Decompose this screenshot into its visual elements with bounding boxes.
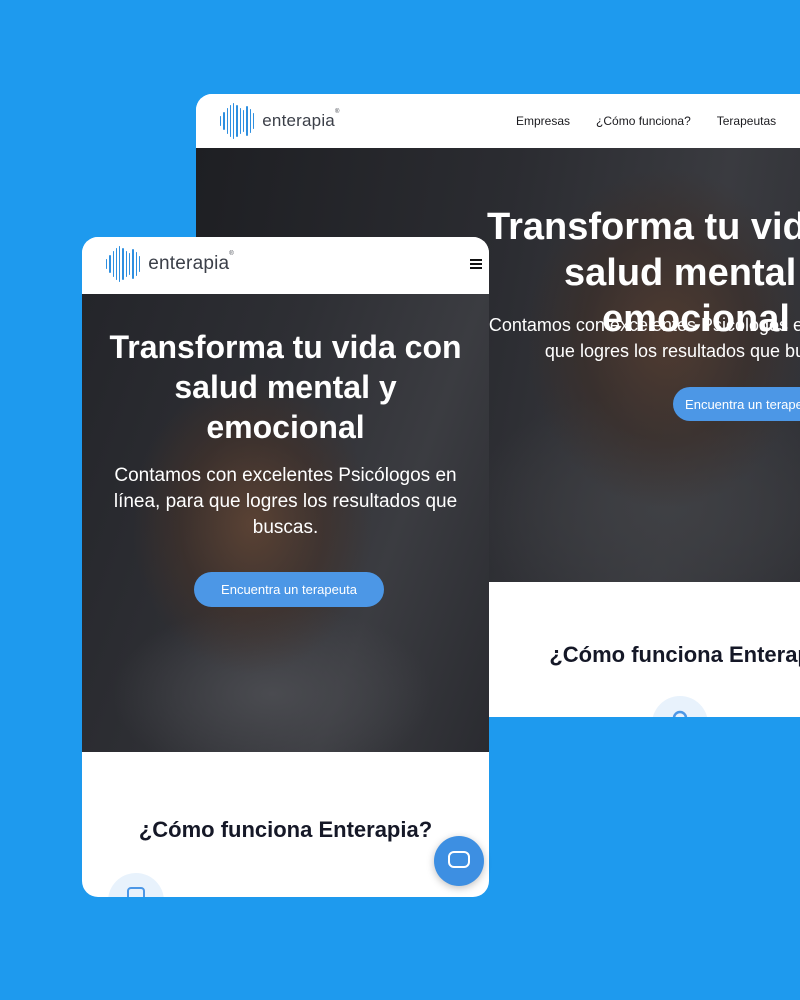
document-icon-circle bbox=[108, 873, 164, 897]
desktop-logo[interactable]: enterapia® bbox=[220, 103, 340, 139]
chat-bubble-icon bbox=[448, 851, 470, 868]
nav-link-empresas[interactable]: Empresas bbox=[516, 114, 570, 128]
mobile-navbar: enterapia® bbox=[82, 237, 489, 294]
desktop-menu: Empresas ¿Cómo funciona? Terapeutas bbox=[516, 114, 776, 128]
desktop-hero-subtitle: Contamos con excelentes Psicólogos en lí… bbox=[488, 315, 800, 361]
mobile-hero-title: Transforma tu vida con salud mental y em… bbox=[109, 329, 462, 445]
logo-text: enterapia® bbox=[262, 109, 340, 130]
mobile-find-therapist-button[interactable]: Encuentra un terapeuta bbox=[194, 572, 384, 607]
soundwave-logo-icon bbox=[220, 103, 255, 139]
logo-text: enterapia® bbox=[148, 251, 234, 274]
chat-button[interactable] bbox=[434, 836, 484, 886]
mobile-mockup: enterapia® Transforma tu vida con salud … bbox=[82, 237, 489, 897]
user-icon bbox=[652, 696, 708, 717]
mobile-hero-subtitle: Contamos con excelentes Psicólogos en lí… bbox=[113, 465, 458, 538]
document-icon bbox=[127, 887, 145, 897]
desktop-section-title: ¿Cómo funciona Enterapia? bbox=[549, 642, 800, 667]
nav-link-terapeutas[interactable]: Terapeutas bbox=[717, 114, 776, 128]
hamburger-menu-icon[interactable] bbox=[469, 257, 483, 273]
desktop-navbar: enterapia® Empresas ¿Cómo funciona? Tera… bbox=[196, 94, 800, 148]
desktop-find-therapist-button[interactable]: Encuentra un terapeuta bbox=[673, 387, 800, 421]
mobile-section-title: ¿Cómo funciona Enterapia? bbox=[138, 817, 433, 842]
nav-link-como-funciona[interactable]: ¿Cómo funciona? bbox=[596, 114, 691, 128]
soundwave-logo-icon bbox=[106, 246, 141, 282]
mobile-logo[interactable]: enterapia® bbox=[106, 246, 234, 282]
